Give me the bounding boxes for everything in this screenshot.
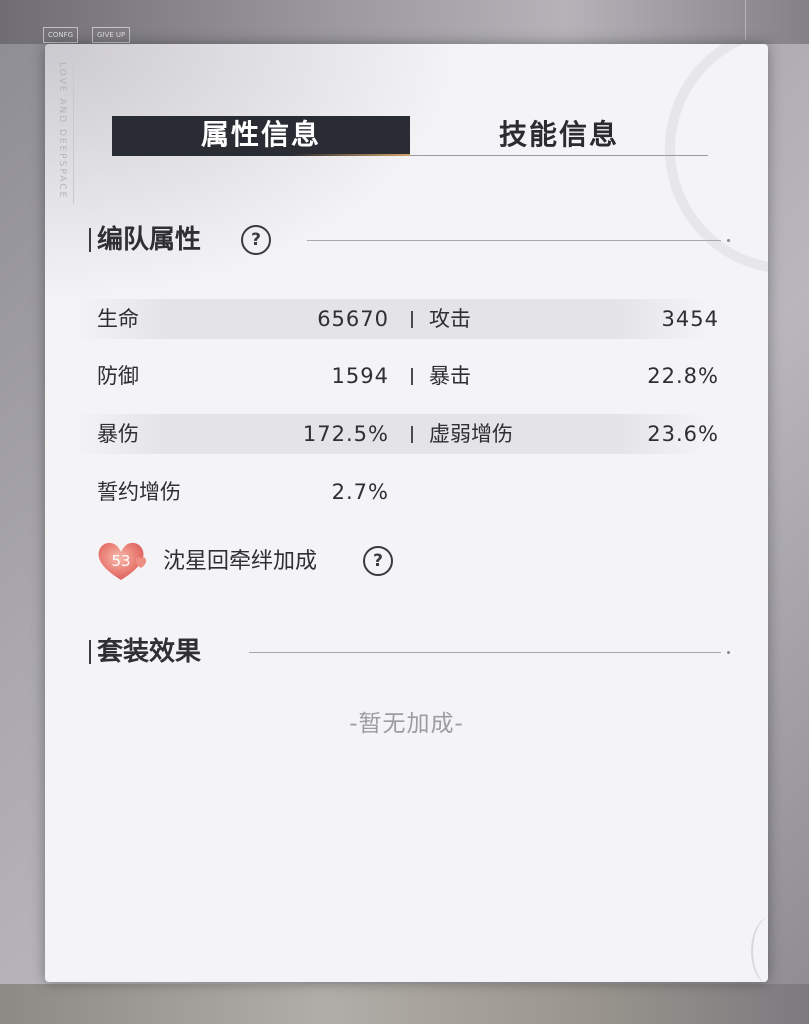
- background-bottom: [0, 984, 809, 1024]
- stat-label-crit-dmg: 暴伤: [97, 422, 139, 446]
- stat-row: 生命 65670 攻击 3454: [75, 299, 718, 339]
- side-watermark-text: LOVE AND DEEPSPACE: [57, 62, 67, 200]
- config-button[interactable]: CONFG: [43, 27, 79, 43]
- stat-row: 暴伤 172.5% 虚弱增伤 23.6%: [75, 414, 718, 454]
- info-panel: LOVE AND DEEPSPACE 属性信息 技能信息 编队属性 ? 生命 6…: [45, 44, 768, 982]
- team-attributes-header: 编队属性 ?: [89, 220, 730, 260]
- stat-row: 防御 1594 暴击 22.8%: [75, 356, 718, 396]
- stat-label-hp: 生命: [97, 307, 139, 331]
- heart-icon: 53: [98, 542, 147, 580]
- bond-label: 沈星回牵绊加成: [163, 549, 318, 574]
- section-title: 套装效果: [97, 637, 202, 667]
- stat-label-def: 防御: [97, 364, 139, 388]
- help-icon[interactable]: ?: [241, 225, 271, 255]
- tab-attributes[interactable]: 属性信息: [112, 116, 410, 156]
- frame-line: [745, 0, 746, 40]
- tab-skills[interactable]: 技能信息: [410, 116, 708, 154]
- stat-value-crit: 22.8%: [647, 364, 719, 388]
- stat-label-crit: 暴击: [429, 364, 471, 388]
- stat-value-hp: 65670: [317, 307, 389, 331]
- stat-value-oath-dmg: 2.7%: [331, 480, 389, 504]
- stat-value-atk: 3454: [661, 307, 719, 331]
- stat-value-weak-dmg: 23.6%: [647, 422, 719, 446]
- stat-row: 誓约增伤 2.7%: [75, 472, 707, 512]
- section-title: 编队属性: [97, 225, 202, 255]
- decorative-corner: [751, 916, 768, 982]
- stat-label-oath-dmg: 誓约增伤: [97, 480, 181, 504]
- bond-help-icon[interactable]: ?: [363, 546, 393, 576]
- empty-set-effect-text: -暂无加成-: [349, 711, 464, 737]
- stat-value-crit-dmg: 172.5%: [302, 422, 389, 446]
- set-effect-header: 套装效果: [89, 632, 730, 672]
- bond-level: 53: [111, 552, 130, 570]
- stat-label-weak-dmg: 虚弱增伤: [429, 422, 513, 446]
- stat-value-def: 1594: [331, 364, 389, 388]
- tab-bar: 属性信息 技能信息: [112, 116, 708, 156]
- stat-label-atk: 攻击: [429, 307, 471, 331]
- give-up-button[interactable]: GIVE UP: [92, 27, 131, 43]
